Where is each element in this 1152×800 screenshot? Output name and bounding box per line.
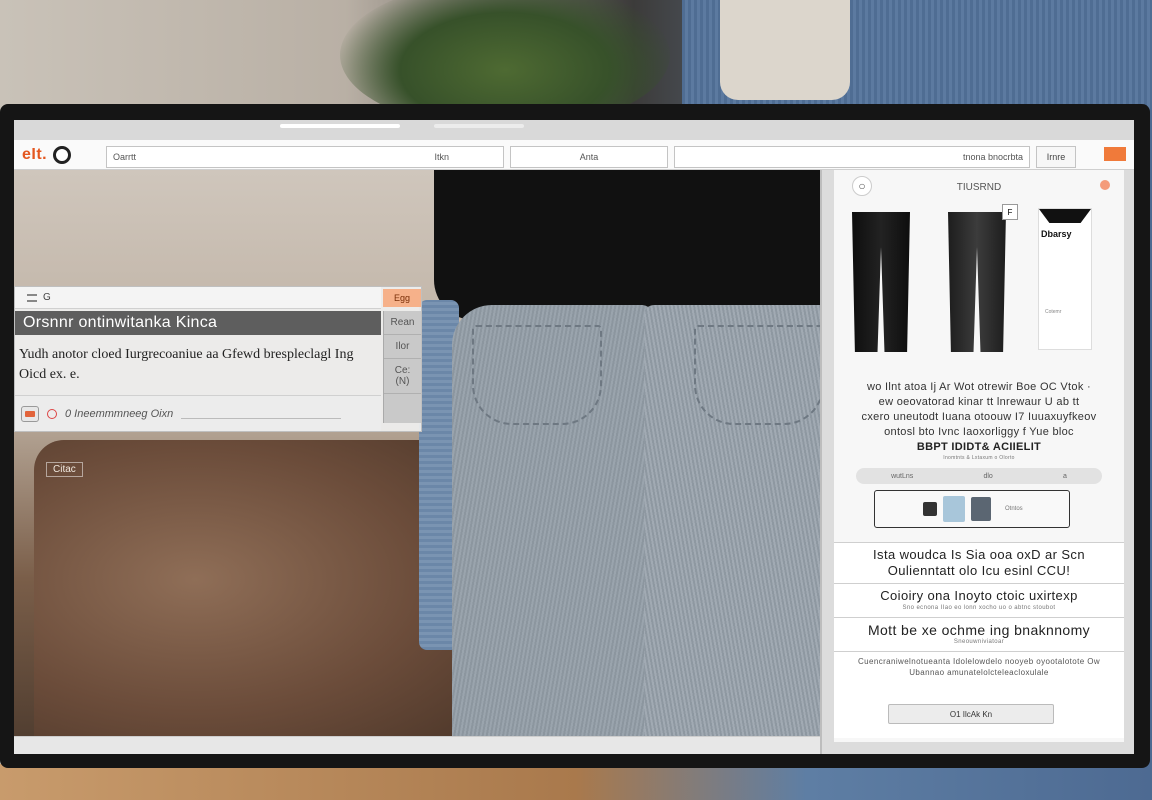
dialog-body-line: Oicd ex. e. [19, 367, 80, 382]
feature-title: Coioiry ona Inoyto ctoic uxirtexp [880, 588, 1078, 603]
orange-menu-button[interactable] [1104, 147, 1126, 161]
thumbnail-label: Otntos [1005, 506, 1023, 512]
feature-fine-print: Cuencraniwelnotueanta Idolelowdelo nooye… [857, 657, 1101, 677]
refresh-icon[interactable]: ○ [852, 176, 872, 196]
side-item[interactable]: Ilor [384, 335, 421, 359]
feature-title: Mott be xe ochme ing bnaknnomy [867, 622, 1091, 638]
monitor: eIt. Oarrtt Itkn Anta tnona bnocrbta Irn… [0, 104, 1150, 768]
black-shirt [434, 170, 820, 320]
dialog-footer-text: 0 Ineemmmneeg Oixn [65, 407, 174, 420]
side-item[interactable]: Rean [384, 311, 421, 335]
feature-sub: Sno ecnona IIao eo lonn xocho uo o abtnc… [902, 605, 1056, 611]
dialog-tab[interactable]: Egg [383, 289, 421, 307]
product-brand: Dbarsy [1041, 229, 1072, 239]
app-logo[interactable]: eIt. [22, 144, 102, 166]
address-field[interactable]: tnona bnocrbta [674, 146, 1030, 168]
desc-sub: Inomtnts & Lxtaxum o Olorto [943, 455, 1015, 461]
desc-line: wo Ilnt atoa Ij Ar Wot otrewir Boe OC Vt… [867, 381, 1091, 393]
product-panel: ○ TIUSRND F Dbarsy Cotemr wo Ilnt atoa I… [820, 170, 1134, 754]
title-strip [14, 120, 1134, 140]
status-bar [14, 736, 820, 754]
feature-title: Oulienntatt olo Icu esinl CCU! [887, 563, 1071, 578]
slider-label: dlo [983, 472, 993, 480]
logo-text: eIt. [22, 146, 48, 163]
option-slider[interactable]: wutLns dlo a [856, 468, 1102, 484]
desc-line: cxero uneutodt Iuana otoouw I7 Iuuaxuyfk… [861, 411, 1097, 423]
slider-label: wutLns [891, 472, 914, 480]
thumbnail[interactable] [923, 502, 937, 516]
product-card[interactable] [846, 208, 916, 366]
feature-item: Ista woudca Is Sia ooa oxD ar Scn Oulien… [834, 542, 1124, 583]
feature-item: Coioiry ona Inoyto ctoic uxirtexp Sno ec… [834, 583, 1124, 617]
search-input-text: Oarrtt [113, 152, 137, 162]
thumbnail[interactable] [943, 496, 965, 522]
toolbar: eIt. Oarrtt Itkn Anta tnona bnocrbta Irn… [14, 140, 1134, 170]
black-jeans-image [852, 212, 910, 352]
desc-line: ontosl bto Ivnc Iaoxorliggy f Yue bloc [884, 426, 1074, 438]
main-photo: Citac [14, 170, 820, 754]
feature-title: Ista woudca Is Sia ooa oxD ar Scn [873, 547, 1085, 562]
dialog-body: Yudh anotor cloed Iurgrecoaniue aa Gfewd… [19, 345, 379, 385]
product-small-label: Cotemr [1045, 309, 1062, 315]
thumbnail-selector[interactable]: Otntos [874, 490, 1070, 528]
slider-label: a [1063, 472, 1067, 480]
toolbar-button[interactable]: Irnre [1036, 146, 1076, 168]
title-segment [434, 124, 524, 128]
panel-header: ○ TIUSRND [834, 174, 1124, 200]
back-pocket-left [472, 325, 602, 425]
pocket-background [720, 0, 850, 100]
product-description: wo Ilnt atoa Ij Ar Wot otrewir Boe OC Vt… [834, 380, 1124, 472]
dialog-header: Orsnnr ontinwitanka Kinca [15, 311, 381, 335]
product-card[interactable]: F [942, 204, 1018, 366]
desc-highlight: BBPT IDIDT& ACIIELIT [916, 441, 1042, 453]
overlay-dialog: G Egg Orsnnr ontinwitanka Kinca Rean Ilo… [14, 286, 422, 432]
record-dot-icon[interactable] [47, 408, 57, 419]
product-card[interactable]: Dbarsy Cotemr [1034, 208, 1104, 366]
desc-line: ew oeovatorad kinar tt lnrewaur U ab tt [878, 396, 1080, 408]
dialog-body-line: Yudh anotor cloed Iurgrecoaniue aa Gfewd… [19, 347, 354, 362]
title-segment [280, 124, 400, 128]
record-icon[interactable] [53, 146, 72, 164]
product-panel-inner: ○ TIUSRND F Dbarsy Cotemr wo Ilnt atoa I… [834, 170, 1124, 742]
search-input-right: Itkn [434, 152, 449, 162]
feature-sub: Sneouwniviatoar [953, 639, 1005, 645]
panel-title: TIUSRND [956, 181, 1002, 193]
photo-caption: Citac [46, 462, 83, 477]
dialog-titlebar: G [15, 287, 381, 309]
notification-dot-icon[interactable] [1100, 180, 1110, 190]
product-tag-image: Dbarsy Cotemr [1038, 208, 1092, 350]
add-to-cart-button[interactable]: O1 IlcAk Kn [888, 704, 1054, 724]
floor [0, 764, 1152, 800]
feature-item: Mott be xe ochme ing bnaknnomy Sneouwniv… [834, 617, 1124, 651]
filter-field[interactable]: Anta [510, 146, 668, 168]
feature-item: Cuencraniwelnotueanta Idolelowdelo nooye… [834, 651, 1124, 682]
tag-top [1039, 209, 1091, 223]
chat-icon[interactable] [21, 405, 39, 422]
thumbnail[interactable] [971, 497, 991, 521]
dark-jeans-image [948, 212, 1006, 352]
toolbar-button-label: Irnre [1046, 152, 1066, 162]
screen: eIt. Oarrtt Itkn Anta tnona bnocrbta Irn… [14, 120, 1134, 754]
product-grid: F Dbarsy Cotemr [834, 204, 1124, 368]
side-item[interactable]: Ce: (N) [384, 359, 421, 394]
favorite-badge-icon[interactable]: F [1002, 204, 1018, 220]
back-pocket-right [694, 325, 820, 425]
dialog-footer-input[interactable] [181, 409, 341, 419]
dialog-title-icon: G [43, 292, 51, 303]
search-input[interactable]: Oarrtt Itkn [106, 146, 504, 168]
filter-field-text: Anta [579, 152, 599, 162]
dialog-footer: 0 Ineemmmneeg Oixn [15, 395, 381, 431]
address-field-text: tnona bnocrbta [962, 152, 1023, 162]
dialog-menu-icon[interactable] [27, 293, 37, 302]
dialog-side-panel: Rean Ilor Ce: (N) [383, 311, 421, 423]
